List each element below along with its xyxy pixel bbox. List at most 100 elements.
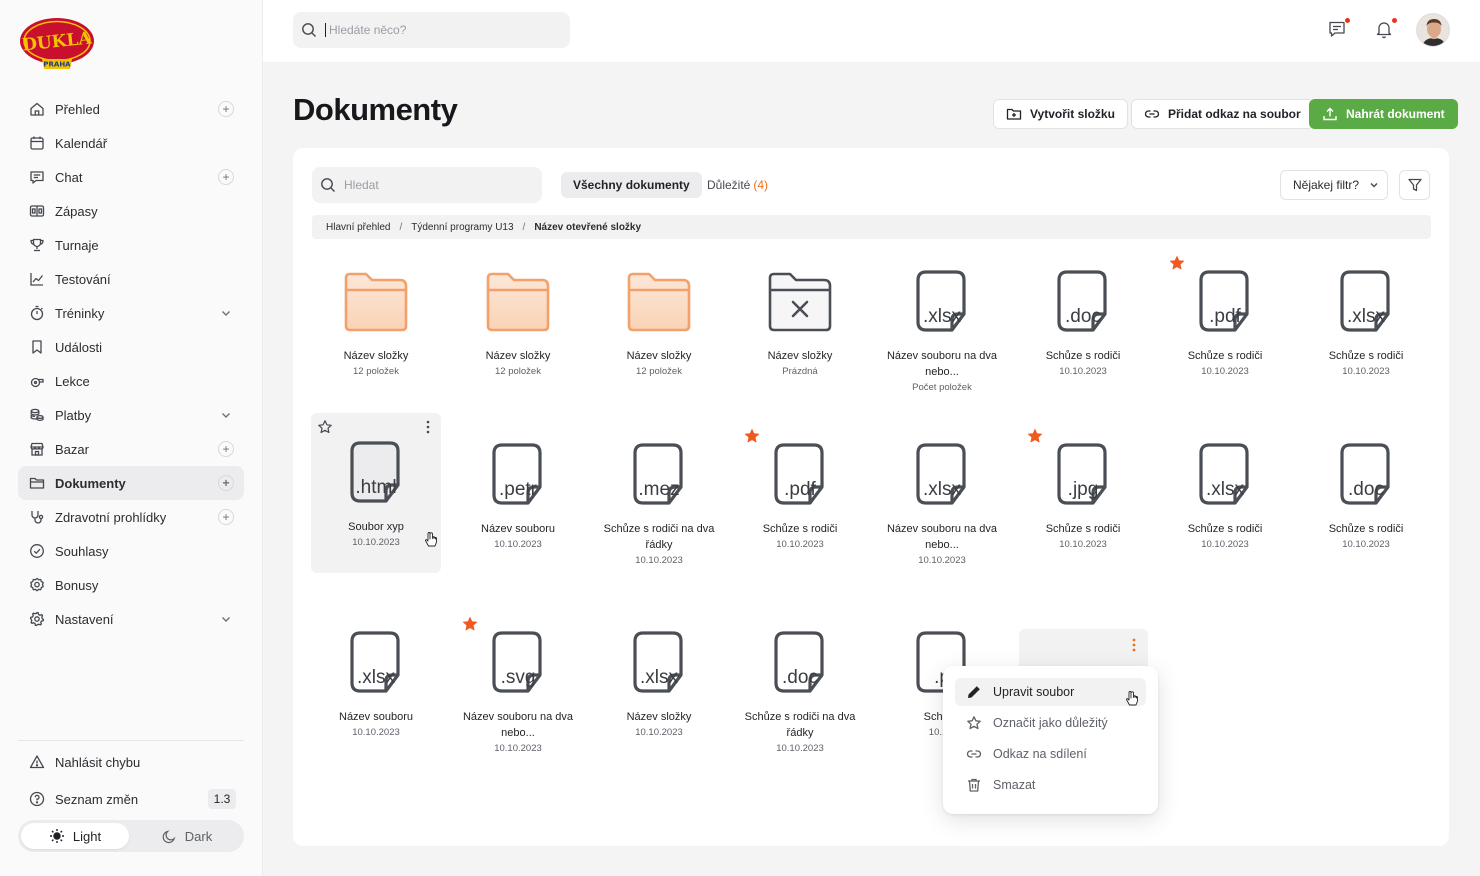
sidebar-item-chat[interactable]: Chat + <box>18 160 244 194</box>
svg-text:.jpg: .jpg <box>1068 479 1099 500</box>
item-thumbnail: .petr <box>484 441 552 509</box>
important-star-icon[interactable] <box>1169 255 1185 271</box>
sidebar-item-dokumenty[interactable]: Dokumenty + <box>18 466 244 500</box>
pencil-icon <box>965 683 983 701</box>
chevron-down-icon[interactable] <box>218 305 234 321</box>
sidebar-item-treninky[interactable]: Tréninky <box>18 296 244 330</box>
file-tile[interactable]: .pdf Schůze s rodiči 10.10.2023 <box>1160 268 1290 418</box>
folder-icon <box>28 474 46 492</box>
file-tile[interactable]: .doc Schůze s rodiči na dva řádky 10.10.20… <box>735 629 865 779</box>
file-tile[interactable]: .xlsx Schůze s rodiči 10.10.2023 <box>1301 268 1431 418</box>
svg-text:.xlsx: .xlsx <box>923 479 962 500</box>
sidebar-item-zdravotni-prohlidky[interactable]: Zdravotní prohlídky + <box>18 500 244 534</box>
sidebar-item-souhlasy[interactable]: Souhlasy <box>18 534 244 568</box>
more-vertical-icon[interactable] <box>425 419 431 435</box>
folder-tile[interactable]: Název složky 12 položek <box>453 268 583 418</box>
sidebar-item-udalosti[interactable]: Události <box>18 330 244 364</box>
folder-tile[interactable]: Název složky Prázdná <box>735 268 865 418</box>
sidebar-item-label: Lekce <box>55 373 90 389</box>
file-tile[interactable]: .doc Schůze s rodiči 10.10.2023 <box>1018 268 1148 418</box>
file-tile[interactable]: .xlsx Název souboru 10.10.2023 <box>311 629 441 779</box>
sidebar-item-kalendar[interactable]: Kalendář <box>18 126 244 160</box>
sidebar-item-lekce[interactable]: Lekce <box>18 364 244 398</box>
create-folder-button[interactable]: Vytvořit složku <box>993 99 1128 129</box>
important-star-icon[interactable] <box>462 616 478 632</box>
sidebar-item-zapasy[interactable]: Zápasy <box>18 194 244 228</box>
file-tile[interactable]: .xlsx Název souboru na dva nebo... Počet p… <box>877 268 1007 418</box>
menu-item-delete[interactable]: Smazat <box>955 771 1146 799</box>
global-search-input[interactable] <box>325 23 555 37</box>
plus-icon[interactable]: + <box>218 169 234 185</box>
plus-icon[interactable]: + <box>218 509 234 525</box>
item-thumbnail <box>625 268 693 336</box>
upload-document-button[interactable]: Nahrát dokument <box>1309 99 1458 129</box>
item-name: Soubor xyp <box>348 521 404 533</box>
filter-select[interactable]: Nějakej filtr? <box>1280 170 1388 200</box>
messages-button[interactable] <box>1327 17 1351 41</box>
changelog-link[interactable]: Seznam změn <box>28 789 138 809</box>
report-bug-link[interactable]: Nahlásit chybu <box>28 752 140 772</box>
breadcrumb-item[interactable]: Týdenní programy U13 <box>411 222 513 233</box>
menu-item-edit-file[interactable]: Upravit soubor <box>955 678 1146 706</box>
plus-icon[interactable]: + <box>218 101 234 117</box>
breadcrumb-item[interactable]: Hlavní přehled <box>326 222 390 233</box>
coins-icon <box>28 406 46 424</box>
star-outline-icon[interactable] <box>317 419 333 435</box>
sidebar-item-nastaveni[interactable]: Nastavení <box>18 602 244 636</box>
file-tile[interactable]: .doc Schůze s rodiči 10.10.2023 <box>1301 441 1431 591</box>
important-star-icon[interactable] <box>744 428 760 444</box>
file-tile[interactable]: .xlsx Schůze s rodiči 10.10.2023 <box>1160 441 1290 591</box>
check-circle-icon <box>28 542 46 560</box>
folder-tile[interactable]: Název složky 12 položek <box>311 268 441 418</box>
sidebar-item-testovani[interactable]: Testování <box>18 262 244 296</box>
theme-dark-option[interactable]: Dark <box>133 823 241 849</box>
item-meta: 10.10.2023 <box>352 537 400 548</box>
file-tile[interactable]: .html Soubor xyp 10.10.2023 <box>311 413 441 573</box>
file-tile[interactable]: .xlsx Název složky 10.10.2023 <box>594 629 724 779</box>
add-link-button[interactable]: Přidat odkaz na soubor <box>1131 99 1314 129</box>
chevron-down-icon[interactable] <box>218 611 234 627</box>
tab-all-label: Všechny dokumenty <box>573 178 690 192</box>
documents-search-input[interactable] <box>344 178 524 192</box>
sidebar-item-turnaje[interactable]: Turnaje <box>18 228 244 262</box>
file-tile[interactable]: .xlsx Název souboru na dva nebo... 10.10.2… <box>877 441 1007 591</box>
svg-text:.pdf: .pdf <box>784 479 816 500</box>
user-avatar[interactable] <box>1416 13 1450 47</box>
file-icon: .pdf <box>774 443 824 505</box>
item-meta: 10.10.2023 <box>918 555 966 566</box>
sidebar-item-prehled[interactable]: Přehled + <box>18 92 244 126</box>
sidebar: DUKLA PRAHA Přehled + Kalendář Chat + Zápasy T… <box>0 0 263 876</box>
important-star-icon[interactable] <box>1027 428 1043 444</box>
file-tile[interactable]: .petr Název souboru 10.10.2023 <box>453 441 583 591</box>
plus-icon[interactable]: + <box>218 475 234 491</box>
more-vertical-icon[interactable] <box>1131 637 1137 658</box>
filter-button[interactable] <box>1399 170 1430 200</box>
file-tile[interactable]: .mez Schůze s rodiči na dva řádky 10.10.20… <box>594 441 724 591</box>
file-icon: .xlsx <box>1199 443 1249 505</box>
file-tile[interactable]: .pdf Schůze s rodiči 10.10.2023 <box>735 441 865 591</box>
item-meta: 10.10.2023 <box>1059 539 1107 550</box>
file-tile[interactable]: .svg Název souboru na dva nebo... 10.10.20… <box>453 629 583 779</box>
gear-icon <box>28 610 46 628</box>
folder-icon <box>344 272 408 332</box>
theme-light-option[interactable]: Light <box>21 823 129 849</box>
menu-item-label: Upravit soubor <box>993 685 1075 699</box>
sidebar-item-bazar[interactable]: Bazar + <box>18 432 244 466</box>
tab-important[interactable]: Důležité (4) <box>695 172 780 198</box>
item-thumbnail: .mez <box>625 441 693 509</box>
item-name: Schůze s rodiči <box>1187 523 1263 535</box>
sidebar-item-platby[interactable]: Platby <box>18 398 244 432</box>
file-tile[interactable]: .jpg Schůze s rodiči 10.10.2023 <box>1018 441 1148 591</box>
dukla-logo[interactable]: DUKLA PRAHA <box>18 15 96 71</box>
item-meta: 10.10.2023 <box>494 743 542 754</box>
tab-all-documents[interactable]: Všechny dokumenty <box>561 172 702 198</box>
sidebar-item-bonusy[interactable]: Bonusy <box>18 568 244 602</box>
menu-item-share-link[interactable]: Odkaz na sdílení <box>955 740 1146 768</box>
plus-icon[interactable]: + <box>218 441 234 457</box>
chevron-down-icon[interactable] <box>218 407 234 423</box>
folder-tile[interactable]: Název složky 12 položek <box>594 268 724 418</box>
breadcrumb-separator: / <box>522 221 526 233</box>
notifications-button[interactable] <box>1374 17 1398 41</box>
sidebar-item-label: Zápasy <box>55 203 98 219</box>
menu-item-mark-important[interactable]: Označit jako důležitý <box>955 709 1146 737</box>
